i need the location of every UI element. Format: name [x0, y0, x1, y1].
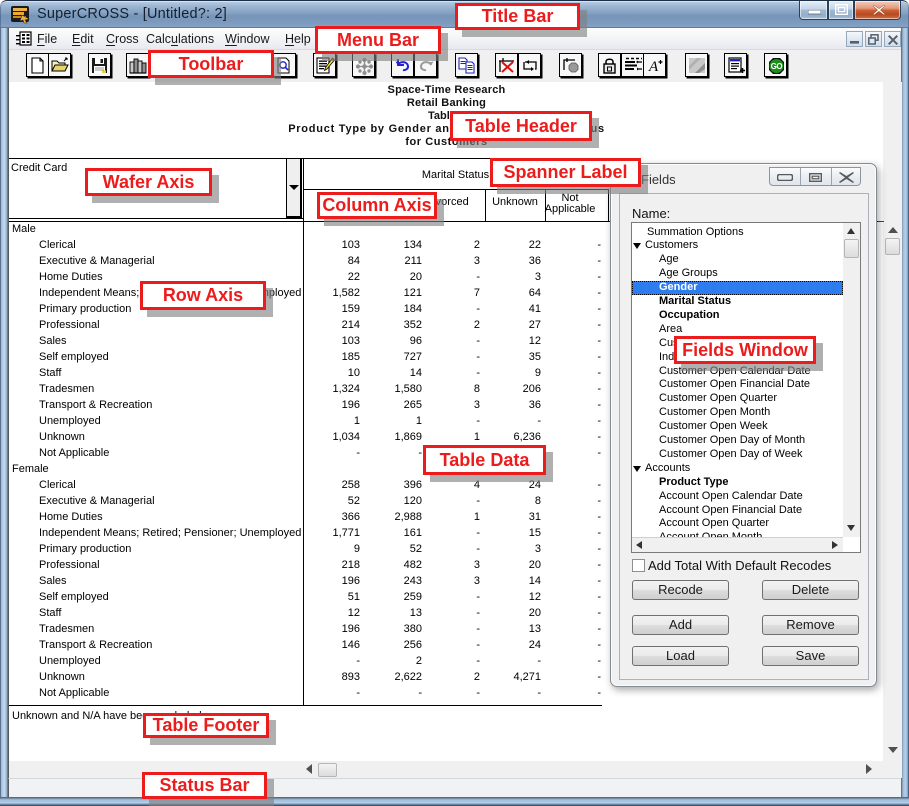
svg-text:GO: GO — [771, 62, 783, 71]
svg-text:A: A — [648, 59, 659, 74]
